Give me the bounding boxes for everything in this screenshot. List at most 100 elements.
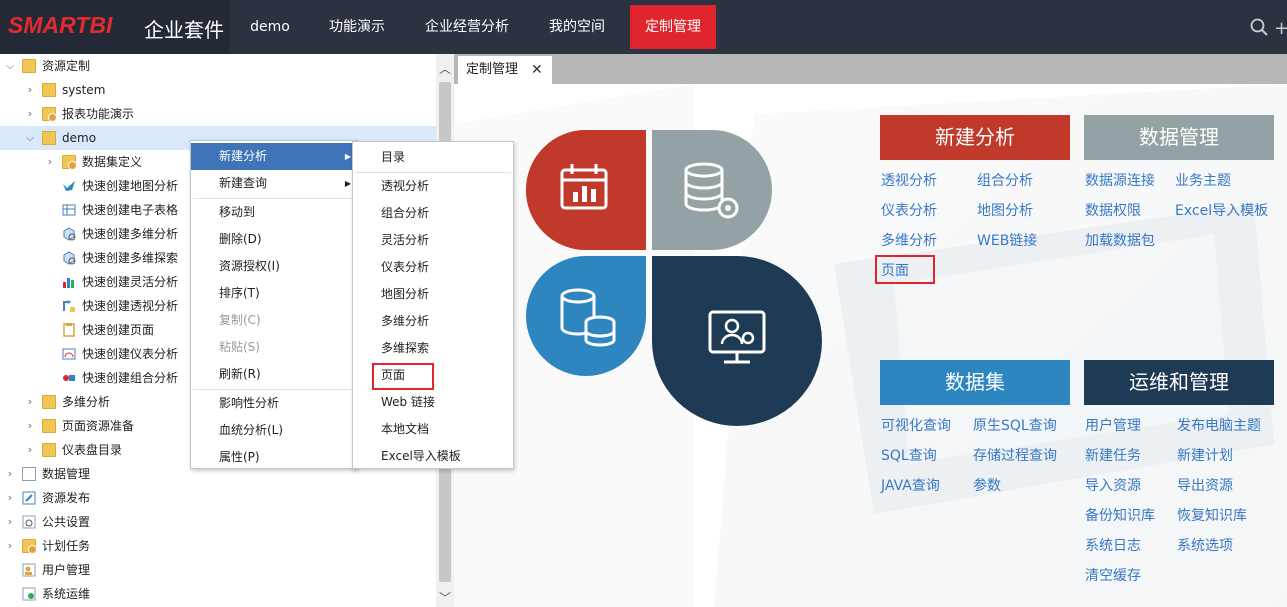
link-publish-desktop-theme[interactable]: 发布电脑主题	[1177, 415, 1261, 435]
menu-item-move-to[interactable]: 移动到	[191, 199, 357, 226]
tree-node-resource-custom[interactable]: ⌵ 资源定制	[0, 54, 436, 78]
menu-item-copy[interactable]: 复制(C)	[191, 307, 357, 334]
submenu-item-pivot-analysis[interactable]: 透视分析	[353, 173, 513, 200]
link-combo-analysis[interactable]: 组合分析	[977, 170, 1033, 190]
chevron-right-icon[interactable]: ›	[24, 102, 36, 126]
link-dashboard-analysis[interactable]: 仪表分析	[881, 200, 937, 220]
scroll-down-icon[interactable]: ﹀	[436, 589, 454, 607]
submenu-item-dashboard-analysis[interactable]: 仪表分析	[353, 254, 513, 281]
chevron-right-icon[interactable]: ›	[24, 390, 36, 414]
chevron-down-icon[interactable]: ⌵	[24, 126, 36, 150]
link-restore-repository[interactable]: 恢复知识库	[1177, 505, 1247, 525]
link-system-log[interactable]: 系统日志	[1085, 535, 1141, 555]
close-icon[interactable]: ✕	[531, 56, 543, 84]
link-data-permission[interactable]: 数据权限	[1085, 200, 1141, 220]
submenu-item-excel-import-template[interactable]: Excel导入模板	[353, 443, 513, 470]
plus-icon[interactable]: +	[1274, 18, 1287, 39]
link-backup-repository[interactable]: 备份知识库	[1085, 505, 1155, 525]
ops-management-header[interactable]: 运维和管理	[1084, 360, 1274, 405]
chevron-right-icon[interactable]: ›	[24, 78, 36, 102]
ops-management-petal[interactable]	[652, 256, 822, 426]
chevron-right-icon[interactable]: ›	[4, 510, 16, 534]
tree-node-label: 资源发布	[42, 491, 91, 505]
logo[interactable]: SMARTBI 企业套件	[0, 0, 230, 54]
menu-item-sort[interactable]: 排序(T)	[191, 280, 357, 307]
submenu-item-olap-explore[interactable]: 多维探索	[353, 335, 513, 362]
menu-item-lineage-analysis[interactable]: 血统分析(L)	[191, 417, 357, 444]
link-new-task[interactable]: 新建任务	[1085, 445, 1141, 465]
menu-item-new-analysis[interactable]: 新建分析 ▶	[191, 143, 357, 170]
link-business-theme[interactable]: 业务主题	[1175, 170, 1231, 190]
menu-item-paste[interactable]: 粘贴(S)	[191, 334, 357, 361]
submenu-item-flexible-analysis[interactable]: 灵活分析	[353, 227, 513, 254]
link-import-resources[interactable]: 导入资源	[1085, 475, 1141, 495]
link-pivot-analysis[interactable]: 透视分析	[881, 170, 937, 190]
nav-item-demo[interactable]: demo	[230, 0, 310, 54]
dataset-petal[interactable]	[526, 256, 646, 376]
submenu-item-local-document[interactable]: 本地文档	[353, 416, 513, 443]
link-native-sql-query[interactable]: 原生SQL查询	[973, 415, 1057, 435]
dataset-header[interactable]: 数据集	[880, 360, 1070, 405]
nav-item-my-space[interactable]: 我的空间	[532, 0, 622, 54]
link-java-query[interactable]: JAVA查询	[881, 475, 940, 495]
submenu-item-map-analysis[interactable]: 地图分析	[353, 281, 513, 308]
link-system-options[interactable]: 系统选项	[1177, 535, 1233, 555]
link-sql-query[interactable]: SQL查询	[881, 445, 937, 465]
submenu-item-olap-analysis[interactable]: 多维分析	[353, 308, 513, 335]
chevron-right-icon[interactable]: ›	[4, 462, 16, 486]
link-map-analysis[interactable]: 地图分析	[977, 200, 1033, 220]
link-olap-analysis[interactable]: 多维分析	[881, 230, 937, 250]
chevron-right-icon[interactable]: ›	[24, 414, 36, 438]
link-stored-procedure-query[interactable]: 存储过程查询	[973, 445, 1057, 465]
link-web-link[interactable]: WEB链接	[977, 230, 1037, 250]
link-load-data-package[interactable]: 加载数据包	[1085, 230, 1155, 250]
link-user-management[interactable]: 用户管理	[1085, 415, 1141, 435]
search-icon[interactable]	[1250, 18, 1268, 36]
nav-item-business-analysis[interactable]: 企业经营分析	[410, 0, 524, 54]
nav-item-feature-demo[interactable]: 功能演示	[312, 0, 402, 54]
menu-item-refresh[interactable]: 刷新(R)	[191, 361, 357, 388]
nav-item-custom-management[interactable]: 定制管理	[630, 5, 716, 49]
link-parameters[interactable]: 参数	[973, 475, 1001, 495]
scroll-up-icon[interactable]: ︿	[436, 60, 454, 78]
submenu-item-combo-analysis[interactable]: 组合分析	[353, 200, 513, 227]
tree-node-public-settings[interactable]: › 公共设置	[0, 510, 436, 534]
menu-item-label: 灵活分析	[381, 233, 430, 247]
link-datasource-connection[interactable]: 数据源连接	[1085, 170, 1155, 190]
users-icon	[22, 563, 36, 577]
new-analysis-header[interactable]: 新建分析	[880, 115, 1070, 160]
tab-custom-management[interactable]: 定制管理 ✕	[458, 56, 552, 84]
tree-node-report-demo[interactable]: › 报表功能演示	[0, 102, 436, 126]
submenu-item-directory[interactable]: 目录	[353, 144, 513, 171]
chevron-down-icon[interactable]: ⌵	[4, 54, 16, 78]
data-management-petal[interactable]	[652, 130, 772, 250]
tree-node-resource-publish[interactable]: › 资源发布	[0, 486, 436, 510]
link-new-schedule[interactable]: 新建计划	[1177, 445, 1233, 465]
data-management-header[interactable]: 数据管理	[1084, 115, 1274, 160]
tree-node-system[interactable]: › system	[0, 78, 436, 102]
tree-node-system-ops[interactable]: 系统运维	[0, 582, 436, 606]
tree-node-user-management[interactable]: 用户管理	[0, 558, 436, 582]
menu-item-label: 多维分析	[381, 314, 430, 328]
link-excel-import-template[interactable]: Excel导入模板	[1175, 200, 1268, 220]
submenu-item-web-link[interactable]: Web 链接	[353, 389, 513, 416]
chevron-right-icon[interactable]: ›	[4, 534, 16, 558]
link-visual-query[interactable]: 可视化查询	[881, 415, 951, 435]
custom-management-panel: 新建分析 透视分析 组合分析 仪表分析 地图分析 多维分析 WEB链接 页面 数…	[454, 84, 1287, 607]
new-analysis-petal[interactable]	[526, 130, 646, 250]
menu-item-new-query[interactable]: 新建查询 ▶	[191, 170, 357, 197]
tree-node-scheduled-tasks[interactable]: › 计划任务	[0, 534, 436, 558]
link-export-resources[interactable]: 导出资源	[1177, 475, 1233, 495]
tab-bar	[454, 54, 1287, 84]
tree-node-label: 快速创建仪表分析	[82, 347, 179, 361]
menu-item-impact-analysis[interactable]: 影响性分析	[191, 390, 357, 417]
menu-item-properties[interactable]: 属性(P)	[191, 444, 357, 471]
chevron-right-icon[interactable]: ›	[4, 486, 16, 510]
folder-icon	[42, 443, 56, 457]
chevron-right-icon[interactable]: ›	[24, 438, 36, 462]
chevron-right-icon[interactable]: ›	[44, 150, 56, 174]
menu-item-delete[interactable]: 删除(D)	[191, 226, 357, 253]
folder-icon	[42, 419, 56, 433]
menu-item-resource-authorization[interactable]: 资源授权(I)	[191, 253, 357, 280]
link-clear-cache[interactable]: 清空缓存	[1085, 565, 1141, 585]
